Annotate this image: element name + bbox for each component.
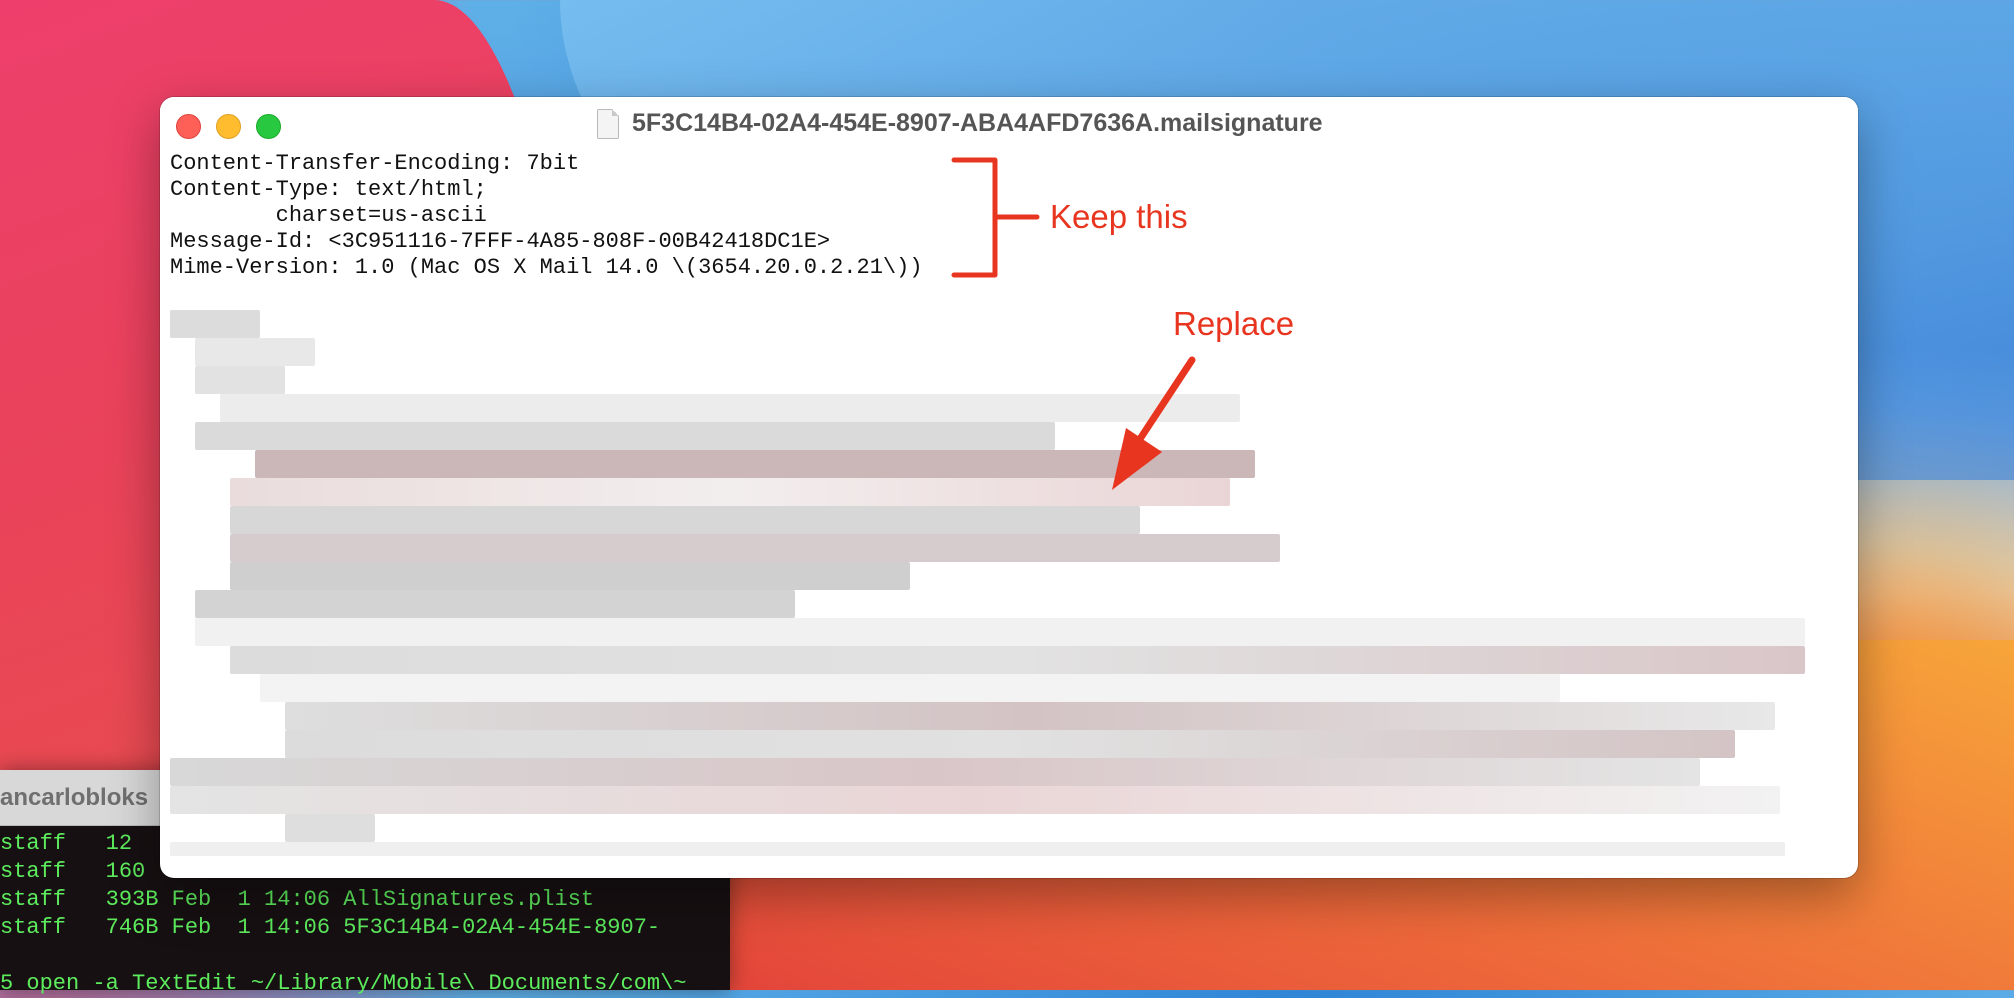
replace-arrow-icon bbox=[1112, 356, 1196, 490]
terminal-title: ancarlobloks bbox=[0, 784, 149, 811]
minimize-window-button[interactable] bbox=[216, 114, 241, 139]
window-title: 5F3C14B4-02A4-454E-8907-ABA4AFD7636A.mai… bbox=[632, 109, 1323, 137]
keep-bracket-icon bbox=[951, 157, 1040, 278]
header-line: charset=us-ascii bbox=[170, 203, 487, 228]
close-window-button[interactable] bbox=[176, 114, 201, 139]
terminal-line: staff 393B Feb 1 14:06 AllSignatures.pli… bbox=[0, 887, 595, 912]
terminal-line: staff 746B Feb 1 14:06 5F3C14B4-02A4-454… bbox=[0, 915, 661, 940]
document-icon[interactable] bbox=[597, 109, 619, 139]
zoom-window-button[interactable] bbox=[256, 114, 281, 139]
terminal-prompt-line: 5 open -a TextEdit ~/Library/Mobile\ Doc… bbox=[0, 971, 687, 996]
header-line: Content-Transfer-Encoding: 7bit bbox=[170, 151, 580, 176]
keep-this-annotation: Keep this bbox=[1050, 198, 1188, 235]
document-text-area[interactable]: Content-Transfer-Encoding: 7bit Content-… bbox=[170, 151, 923, 281]
header-line: Content-Type: text/html; bbox=[170, 177, 487, 202]
replace-annotation: Replace bbox=[1173, 305, 1295, 342]
blurred-html-content bbox=[170, 310, 1805, 865]
header-line: Message-Id: <3C951116-7FFF-4A85-808F-00B… bbox=[170, 229, 831, 254]
header-line: Mime-Version: 1.0 (Mac OS X Mail 14.0 \(… bbox=[170, 255, 923, 280]
window-titlebar[interactable]: 5F3C14B4-02A4-454E-8907-ABA4AFD7636A.mai… bbox=[160, 97, 1858, 151]
